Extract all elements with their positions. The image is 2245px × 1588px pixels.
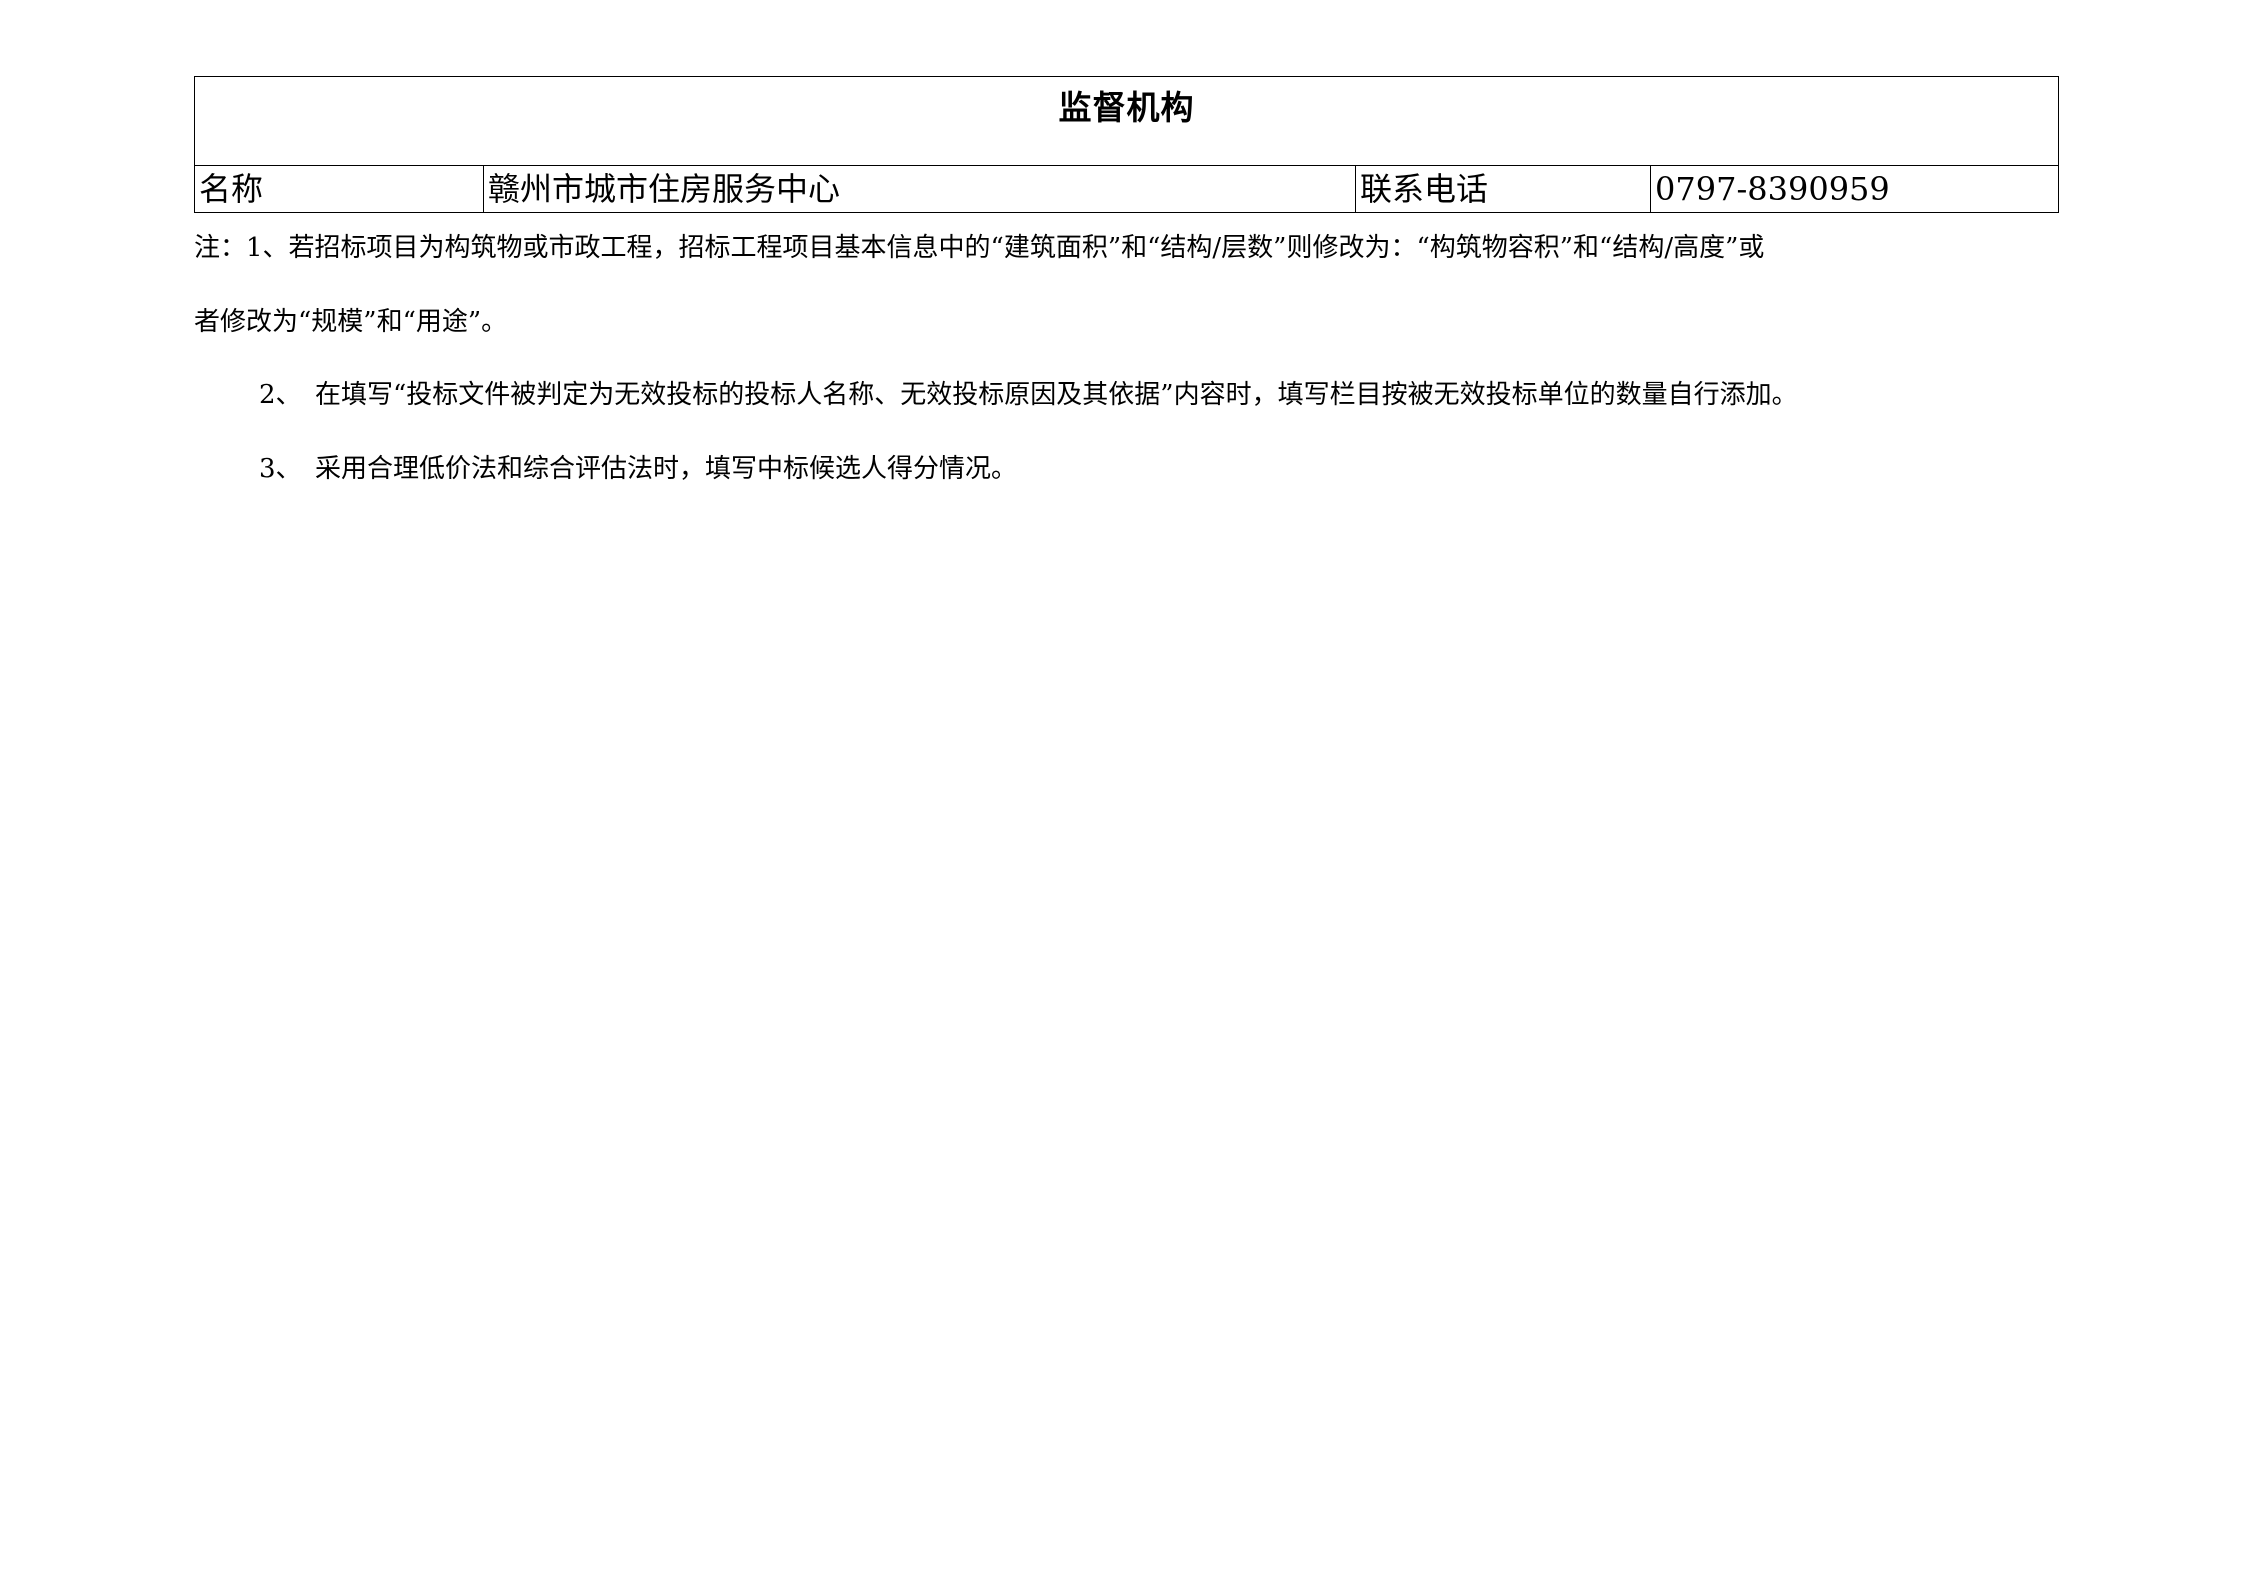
note-2: 2、 在填写“投标文件被判定为无效投标的投标人名称、无效投标原因及其依据”内容时，…: [259, 377, 2129, 413]
supervision-table: 监督机构 名称 赣州市城市住房服务中心 联系电话 0797-8390959: [194, 76, 2059, 213]
note-3-number: 3、: [259, 454, 302, 484]
note-3-text: 采用合理低价法和综合评估法时，填写中标候选人得分情况。: [315, 454, 1018, 484]
phone-value: 0797-8390959: [1650, 165, 2059, 213]
table-title-row: 监督机构: [194, 76, 2059, 166]
note-1-line-1: 注：1、若招标项目为构筑物或市政工程，招标工程项目基本信息中的“建筑面积”和“结…: [194, 233, 1765, 263]
phone-label: 联系电话: [1355, 165, 1651, 213]
note-2-number: 2、: [259, 380, 302, 410]
note-2-text: 在填写“投标文件被判定为无效投标的投标人名称、无效投标原因及其依据”内容时，填写…: [315, 380, 1798, 410]
note-1-line-2: 者修改为“规模”和“用途”。: [194, 307, 508, 337]
table-title: 监督机构: [194, 76, 2059, 166]
document-page: 监督机构 名称 赣州市城市住房服务中心 联系电话 0797-8390959 注：…: [0, 0, 2245, 1588]
name-label: 名称: [194, 165, 484, 213]
note-3: 3、 采用合理低价法和综合评估法时，填写中标候选人得分情况。: [259, 451, 2129, 487]
name-value: 赣州市城市住房服务中心: [483, 165, 1356, 213]
table-row: 名称 赣州市城市住房服务中心 联系电话 0797-8390959: [194, 165, 2059, 213]
